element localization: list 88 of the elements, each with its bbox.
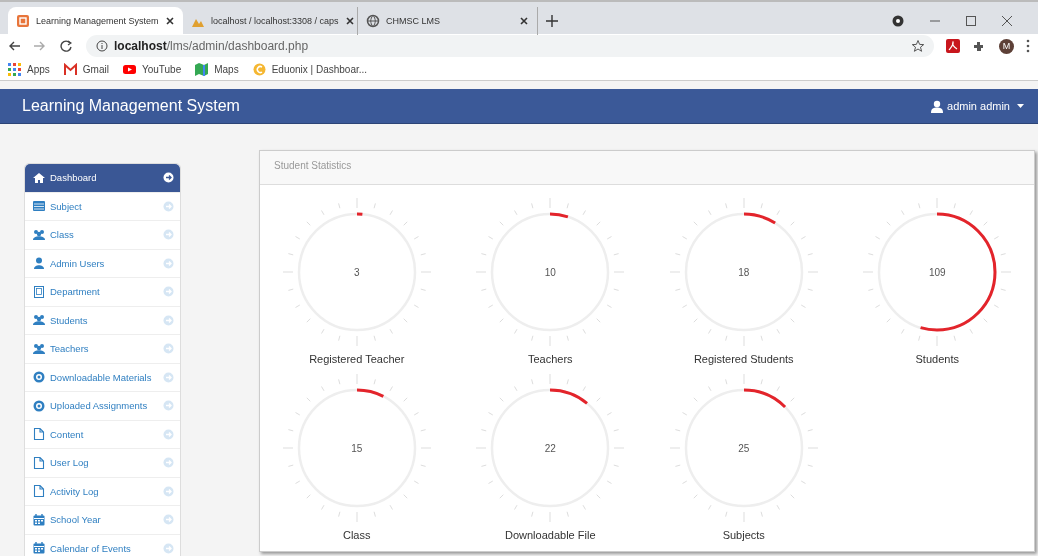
sidebar-item[interactable]: Class [25, 221, 180, 250]
arrow-circle-icon [163, 343, 174, 355]
close-icon[interactable] [1002, 16, 1012, 26]
gauge-label: Class [343, 529, 371, 541]
users-icon [33, 228, 45, 241]
sidebar-item[interactable]: Department [25, 278, 180, 307]
profile-avatar[interactable]: M [999, 38, 1014, 54]
file-icon [33, 485, 45, 498]
address-bar[interactable]: localhost/lms/admin/dashboard.php [86, 35, 934, 57]
sidebar-item[interactable]: School Year [25, 506, 180, 535]
user-icon [33, 257, 45, 270]
user-icon [931, 99, 943, 113]
users-icon [33, 342, 45, 355]
arrow-circle-icon [163, 200, 174, 212]
gauge-value: 3 [353, 266, 360, 278]
gauge-value: 15 [351, 442, 363, 454]
browser-tab[interactable]: Learning Management System [8, 7, 183, 35]
home-icon [33, 171, 45, 184]
maximize-icon[interactable] [966, 16, 976, 26]
app-title[interactable]: Learning Management System [22, 97, 240, 115]
sidebar-item[interactable]: Downloadable Materials [25, 363, 180, 392]
sidebar-item[interactable]: Students [25, 306, 180, 335]
apps-grid-icon [8, 62, 21, 76]
pdf-icon[interactable] [946, 39, 960, 53]
arrow-circle-icon [163, 514, 174, 526]
disc-icon [33, 399, 45, 412]
gauge-value: 22 [544, 442, 556, 454]
url-text: localhost/lms/admin/dashboard.php [114, 39, 310, 53]
menu-icon[interactable] [1026, 39, 1030, 53]
sidebar-item[interactable]: Teachers [25, 335, 180, 364]
close-icon[interactable] [344, 16, 355, 26]
map-icon [195, 62, 209, 76]
globe-icon [366, 14, 380, 28]
calendar-icon [33, 513, 45, 526]
sidebar-item[interactable]: Dashboard [25, 164, 180, 193]
building-icon [33, 285, 45, 298]
star-icon[interactable] [912, 40, 924, 52]
close-icon[interactable] [519, 16, 529, 26]
bookmark-link[interactable]: Apps [8, 62, 50, 76]
gauge-value: 25 [738, 442, 750, 454]
bookmark-link[interactable]: Eduonix | Dashboar... [252, 62, 368, 76]
sidebar-item[interactable]: Admin Users [25, 249, 180, 278]
file-icon [33, 428, 45, 441]
record-icon[interactable] [892, 15, 904, 27]
file-icon [33, 456, 45, 469]
gauge-label: Registered Students [693, 353, 794, 365]
bookmark-link[interactable]: Maps [195, 62, 239, 76]
close-icon[interactable] [165, 16, 175, 26]
arrow-circle-icon [163, 229, 174, 241]
caret-icon [1017, 104, 1024, 108]
arrow-circle-icon [163, 286, 174, 298]
back-icon[interactable] [8, 40, 20, 52]
sidebar-item[interactable]: Subject [25, 192, 180, 221]
gauge-label: Registered Teacher [309, 353, 405, 365]
bookmark-link[interactable]: YouTube [122, 62, 182, 76]
arrow-circle-icon [163, 400, 174, 412]
sidebar-item[interactable]: User Log [25, 449, 180, 478]
play-icon [122, 62, 136, 76]
arrow-circle-icon [163, 257, 174, 269]
bookmark-link[interactable]: Gmail [63, 62, 109, 76]
mail-icon [63, 62, 77, 76]
disc-icon [33, 371, 45, 384]
gauge-value: 18 [738, 266, 750, 278]
sidebar-item[interactable]: Calendar of Events [25, 534, 180, 556]
table-icon [33, 200, 45, 213]
arrow-circle-icon [163, 457, 174, 469]
app-logo-icon [16, 14, 30, 28]
arrow-circle-icon [163, 428, 174, 440]
sidebar-item[interactable]: Content [25, 420, 180, 449]
gauge-value: 10 [544, 266, 556, 278]
info-icon[interactable] [96, 40, 108, 52]
panel-title: Student Statistics [260, 151, 1034, 185]
reload-icon[interactable] [60, 40, 72, 52]
gauge-label: Teachers [527, 353, 573, 365]
plus-icon[interactable] [546, 15, 558, 27]
sidebar-item[interactable]: Activity Log [25, 477, 180, 506]
gauge-label: Subjects [722, 529, 765, 541]
gauge-label: Downloadable File [505, 529, 596, 541]
user-menu[interactable]: admin admin [931, 99, 1024, 113]
arrow-circle-icon [163, 314, 174, 326]
arrow-circle-icon [163, 371, 174, 383]
gauge-value: 109 [928, 266, 946, 278]
users-icon [33, 314, 45, 327]
gauge-label: Students [915, 353, 959, 365]
arrow-circle-icon [163, 485, 174, 497]
sidebar-item[interactable]: Uploaded Assignments [25, 392, 180, 421]
arrow-circle-icon [163, 172, 174, 184]
circle-logo-icon [252, 62, 266, 76]
